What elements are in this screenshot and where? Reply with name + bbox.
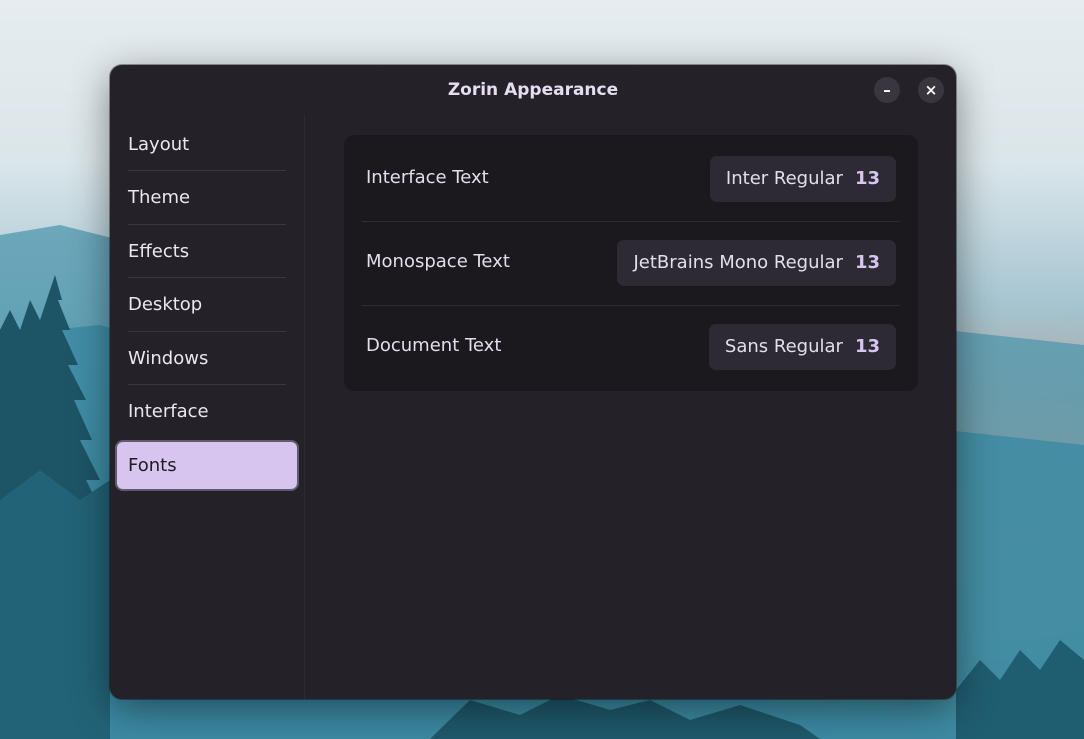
close-button[interactable]: ×: [918, 77, 944, 103]
sidebar: Layout Theme Effects Desktop Windows Int…: [110, 115, 305, 699]
sidebar-item-desktop[interactable]: Desktop: [117, 281, 297, 328]
font-size: 13: [854, 168, 880, 189]
sidebar-item-theme[interactable]: Theme: [117, 174, 297, 221]
monospace-font-button[interactable]: JetBrains Mono Regular 13: [617, 240, 896, 286]
sidebar-divider: [128, 170, 286, 171]
font-name: Sans Regular: [724, 336, 843, 357]
document-font-button[interactable]: Sans Regular 13: [708, 324, 896, 370]
sidebar-item-label: Windows: [128, 348, 209, 369]
font-size: 13: [854, 252, 880, 273]
font-name: Inter Regular: [725, 168, 843, 189]
title-bar: Zorin Appearance – ×: [110, 65, 956, 115]
font-row-label: Monospace Text: [366, 251, 510, 272]
sidebar-item-label: Fonts: [128, 455, 177, 476]
close-icon: ×: [924, 81, 938, 99]
app-window: Zorin Appearance – × Layout Theme Effect…: [110, 65, 956, 699]
sidebar-item-effects[interactable]: Effects: [117, 228, 297, 275]
sidebar-item-label: Interface: [128, 401, 209, 422]
sidebar-divider: [128, 384, 286, 385]
fonts-panel: Interface Text Inter Regular 13 Monospace…: [344, 135, 918, 391]
sidebar-divider: [128, 277, 286, 278]
interface-font-button[interactable]: Inter Regular 13: [709, 156, 896, 202]
minimize-icon: –: [883, 81, 891, 99]
font-row-label: Document Text: [366, 335, 502, 356]
sidebar-item-fonts[interactable]: Fonts: [117, 442, 297, 489]
minimize-button[interactable]: –: [874, 77, 900, 103]
sidebar-item-label: Desktop: [128, 294, 203, 315]
font-name: JetBrains Mono Regular: [633, 252, 843, 273]
font-row-interface: Interface Text Inter Regular 13: [344, 135, 918, 219]
font-size: 13: [854, 336, 880, 357]
sidebar-item-label: Layout: [128, 134, 190, 155]
sidebar-item-label: Effects: [128, 241, 190, 262]
sidebar-item-windows[interactable]: Windows: [117, 335, 297, 382]
font-row-monospace: Monospace Text JetBrains Mono Regular 13: [344, 219, 918, 303]
sidebar-divider: [128, 224, 286, 225]
sidebar-item-layout[interactable]: Layout: [117, 121, 297, 168]
sidebar-item-interface[interactable]: Interface: [117, 388, 297, 435]
sidebar-divider: [128, 331, 286, 332]
window-title: Zorin Appearance: [447, 80, 619, 100]
font-row-document: Document Text Sans Regular 13: [344, 303, 918, 387]
font-row-label: Interface Text: [366, 167, 489, 188]
sidebar-item-label: Theme: [128, 187, 191, 208]
